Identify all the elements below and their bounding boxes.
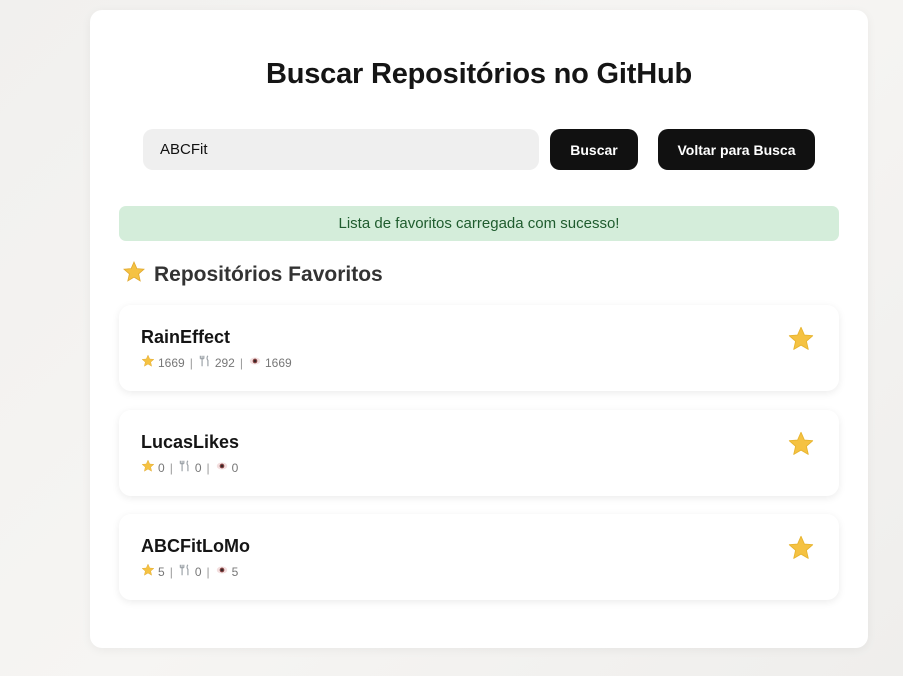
repo-stats: 1669 | 292 | 1669: [141, 354, 292, 371]
forks-count: 292: [214, 355, 235, 370]
repo-name: RainEffect: [141, 327, 231, 347]
eye-icon: [215, 563, 229, 580]
repo-name: ABCFitLoMo: [141, 536, 250, 556]
separator: |: [239, 355, 243, 370]
favorite-repo-card[interactable]: LucasLikes 0 | 0 | 0: [119, 410, 839, 496]
watchers-count: 0: [231, 460, 239, 475]
success-alert: Lista de favoritos carregada com sucesso…: [119, 206, 839, 241]
repo-stats: 0 | 0 | 0: [141, 459, 238, 476]
favorite-repo-card[interactable]: RainEffect 1669 | 292 | 1669: [119, 305, 839, 391]
stars-count: 1669: [158, 355, 185, 370]
favorite-star-icon[interactable]: [787, 325, 815, 353]
favorite-star-icon[interactable]: [787, 430, 815, 458]
separator: |: [189, 355, 193, 370]
favorite-repo-card[interactable]: ABCFitLoMo 5 | 0 | 5: [119, 514, 839, 600]
fork-icon: [178, 459, 192, 476]
watchers-count: 1669: [264, 355, 292, 370]
search-input[interactable]: [143, 129, 539, 170]
stars-count: 0: [158, 460, 165, 475]
star-icon: [122, 260, 146, 290]
stars-count: 5: [158, 564, 165, 579]
page-title: Buscar Repositórios no GitHub: [265, 58, 692, 90]
back-to-search-button[interactable]: Voltar para Busca: [658, 129, 815, 170]
eye-icon: [215, 459, 229, 476]
separator: |: [206, 564, 210, 579]
star-icon: [141, 459, 155, 476]
separator: |: [169, 460, 173, 475]
repo-name: LucasLikes: [141, 432, 240, 452]
forks-count: 0: [194, 564, 202, 579]
separator: |: [169, 564, 173, 579]
eye-icon: [248, 354, 262, 371]
favorites-heading: Repositórios Favoritos: [122, 260, 383, 290]
repo-stats: 5 | 0 | 5: [141, 563, 238, 580]
watchers-count: 5: [231, 564, 239, 579]
star-icon: [141, 354, 155, 371]
favorites-title: Repositórios Favoritos: [154, 263, 383, 286]
search-button[interactable]: Buscar: [550, 129, 638, 170]
fork-icon: [178, 563, 192, 580]
favorite-star-icon[interactable]: [787, 534, 815, 562]
star-icon: [141, 563, 155, 580]
forks-count: 0: [194, 460, 202, 475]
search-card: Buscar Repositórios no GitHub Buscar Vol…: [90, 10, 868, 648]
fork-icon: [198, 354, 212, 371]
separator: |: [206, 460, 210, 475]
